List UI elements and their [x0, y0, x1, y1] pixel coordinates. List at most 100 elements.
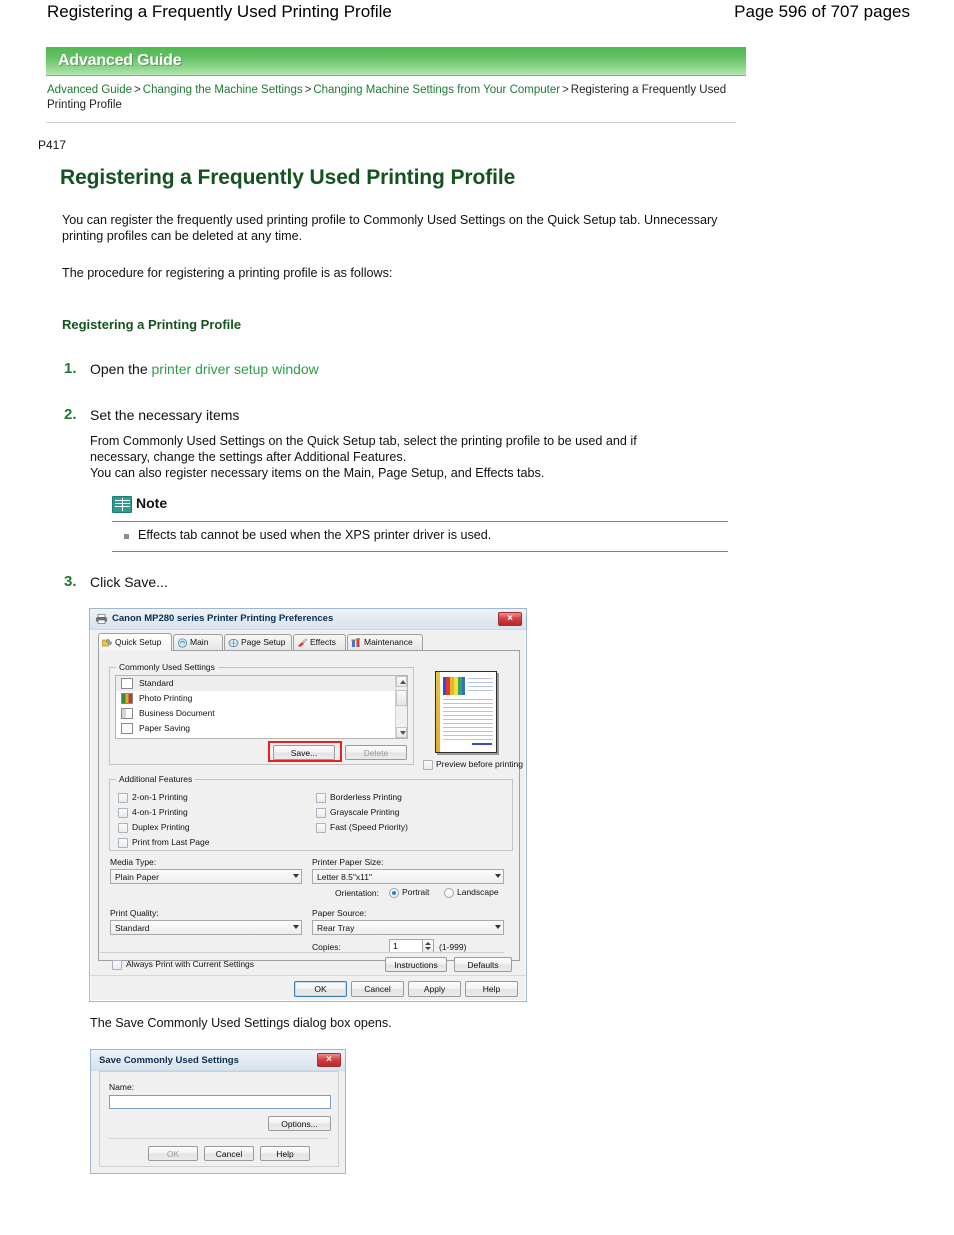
- dialog-titlebar: Canon MP280 series Printer Printing Pref…: [90, 609, 526, 630]
- printer-driver-setup-window-link[interactable]: printer driver setup window: [152, 361, 319, 377]
- list-item[interactable]: Business Document: [116, 706, 407, 721]
- copies-input[interactable]: 1: [389, 939, 423, 953]
- instructions-button[interactable]: Instructions: [385, 957, 447, 972]
- save-dialog-titlebar: Save Commonly Used Settings ×: [91, 1050, 345, 1071]
- preview-thumbnail: [435, 671, 497, 753]
- preview-before-printing-label: Preview before printing: [436, 759, 523, 769]
- page-title: Registering a Frequently Used Printing P…: [47, 2, 392, 21]
- checkbox-icon: [118, 838, 128, 848]
- orientation-landscape-radio[interactable]: Landscape: [444, 887, 499, 899]
- print-quality-label: Print Quality:: [110, 908, 159, 918]
- feature-label: 2-on-1 Printing: [132, 792, 188, 802]
- tab-main-label: Main: [190, 637, 209, 647]
- feature-fast-speed-priority[interactable]: Fast (Speed Priority): [316, 822, 408, 834]
- orientation-label: Orientation:: [335, 888, 379, 898]
- list-item-label: Photo Printing: [139, 693, 193, 703]
- standard-profile-icon: [121, 678, 133, 689]
- media-type-select[interactable]: Plain Paper: [110, 869, 302, 884]
- dialog-title: Canon MP280 series Printer Printing Pref…: [112, 613, 334, 624]
- scroll-up-arrow-icon[interactable]: [396, 676, 407, 687]
- main-tab-icon: [177, 638, 188, 648]
- tab-page-setup[interactable]: Page Setup: [224, 634, 292, 650]
- copies-stepper[interactable]: [423, 939, 434, 953]
- feature-borderless-printing[interactable]: Borderless Printing: [316, 792, 402, 804]
- save-dialog-divider: [109, 1138, 329, 1139]
- step-1-prefix: Open the: [90, 361, 152, 377]
- step-2-body-line-2: necessary, change the settings after Add…: [90, 450, 407, 464]
- feature-print-from-last-page[interactable]: Print from Last Page: [118, 837, 209, 849]
- intro-paragraph-1: You can register the frequently used pri…: [62, 213, 718, 243]
- feature-4-on-1-printing[interactable]: 4-on-1 Printing: [118, 807, 188, 819]
- page-header: Registering a Frequently Used Printing P…: [0, 0, 954, 34]
- feature-label: 4-on-1 Printing: [132, 807, 188, 817]
- printing-preferences-dialog: Canon MP280 series Printer Printing Pref…: [89, 608, 527, 1002]
- book-icon: [112, 496, 132, 513]
- orientation-portrait-radio[interactable]: Portrait: [389, 887, 429, 899]
- step-3-number: 3.: [64, 573, 77, 590]
- chevron-down-icon: [495, 925, 501, 929]
- scrollbar-thumb[interactable]: [396, 690, 407, 706]
- breadcrumb-item-changing-from-computer[interactable]: Changing Machine Settings from Your Comp…: [313, 84, 560, 96]
- print-quality-select[interactable]: Standard: [110, 920, 302, 935]
- dialog-caption: The Save Commonly Used Settings dialog b…: [90, 1016, 392, 1030]
- always-print-label: Always Print with Current Settings: [126, 959, 255, 969]
- commonly-used-settings-list[interactable]: Standard Photo Printing Business Documen…: [115, 675, 408, 739]
- additional-features-legend: Additional Features: [116, 774, 196, 784]
- close-icon[interactable]: ×: [317, 1053, 341, 1067]
- business-document-icon: [121, 708, 133, 719]
- save-button[interactable]: Save...: [273, 745, 335, 760]
- apply-button[interactable]: Apply: [408, 981, 461, 997]
- tab-maintenance[interactable]: Maintenance: [347, 634, 423, 650]
- list-item[interactable]: Photo Printing: [116, 691, 407, 706]
- save-dialog-cancel-button[interactable]: Cancel: [204, 1146, 254, 1161]
- checkbox-icon: [316, 823, 326, 833]
- print-preview-area: Preview before printing: [423, 671, 523, 770]
- scroll-down-arrow-icon[interactable]: [396, 727, 407, 738]
- options-button[interactable]: Options...: [268, 1116, 331, 1131]
- ok-button[interactable]: OK: [294, 981, 347, 997]
- close-icon[interactable]: ×: [498, 612, 522, 626]
- feature-grayscale-printing[interactable]: Grayscale Printing: [316, 807, 399, 819]
- intro-paragraph-2: The procedure for registering a printing…: [62, 266, 393, 280]
- breadcrumb-item-changing-machine-settings[interactable]: Changing the Machine Settings: [143, 84, 303, 96]
- feature-label: Print from Last Page: [132, 837, 210, 847]
- defaults-button[interactable]: Defaults: [454, 957, 512, 972]
- list-scrollbar[interactable]: [395, 676, 407, 738]
- printer-paper-size-select[interactable]: Letter 8.5"x11": [312, 869, 504, 884]
- printer-icon: [96, 614, 107, 624]
- note-header: Note: [112, 495, 728, 519]
- delete-button[interactable]: Delete: [345, 745, 407, 760]
- preview-before-printing-checkbox[interactable]: Preview before printing: [423, 759, 523, 770]
- stepper-down-icon: [425, 947, 431, 950]
- help-button[interactable]: Help: [465, 981, 518, 997]
- footer-divider: [90, 975, 526, 976]
- save-dialog-body: Name: Options... OK Cancel Help: [99, 1071, 339, 1167]
- orientation-landscape-label: Landscape: [457, 887, 499, 897]
- paper-source-select[interactable]: Rear Tray: [312, 920, 504, 935]
- feature-duplex-printing[interactable]: Duplex Printing: [118, 822, 190, 834]
- tab-main[interactable]: Main: [173, 634, 223, 650]
- always-print-current-settings-checkbox[interactable]: Always Print with Current Settings: [112, 959, 254, 971]
- checkbox-icon: [118, 808, 128, 818]
- cancel-button[interactable]: Cancel: [351, 981, 404, 997]
- breadcrumb-item-advanced-guide[interactable]: Advanced Guide: [47, 84, 132, 96]
- tab-quick-setup[interactable]: Quick Setup: [98, 633, 172, 651]
- feature-2-on-1-printing[interactable]: 2-on-1 Printing: [118, 792, 188, 804]
- save-commonly-used-settings-dialog: Save Commonly Used Settings × Name: Opti…: [90, 1049, 346, 1174]
- panel-divider: [100, 952, 504, 953]
- save-dialog-help-button[interactable]: Help: [260, 1146, 310, 1161]
- list-item-label: Business Document: [139, 708, 215, 718]
- list-item[interactable]: Standard: [116, 676, 407, 691]
- paper-saving-icon: [121, 723, 133, 734]
- maintenance-icon: [351, 638, 360, 647]
- chevron-down-icon: [293, 925, 299, 929]
- tab-effects[interactable]: Effects: [293, 634, 346, 650]
- step-2-body: From Commonly Used Settings on the Quick…: [90, 433, 740, 481]
- list-item[interactable]: Paper Saving: [116, 721, 407, 736]
- copies-label: Copies:: [312, 942, 341, 952]
- list-item[interactable]: Envelope: [116, 736, 407, 738]
- name-input[interactable]: [109, 1095, 331, 1109]
- note-item-text: Effects tab cannot be used when the XPS …: [138, 528, 492, 542]
- breadcrumb-separator: >: [562, 84, 569, 96]
- save-dialog-ok-button[interactable]: OK: [148, 1146, 198, 1161]
